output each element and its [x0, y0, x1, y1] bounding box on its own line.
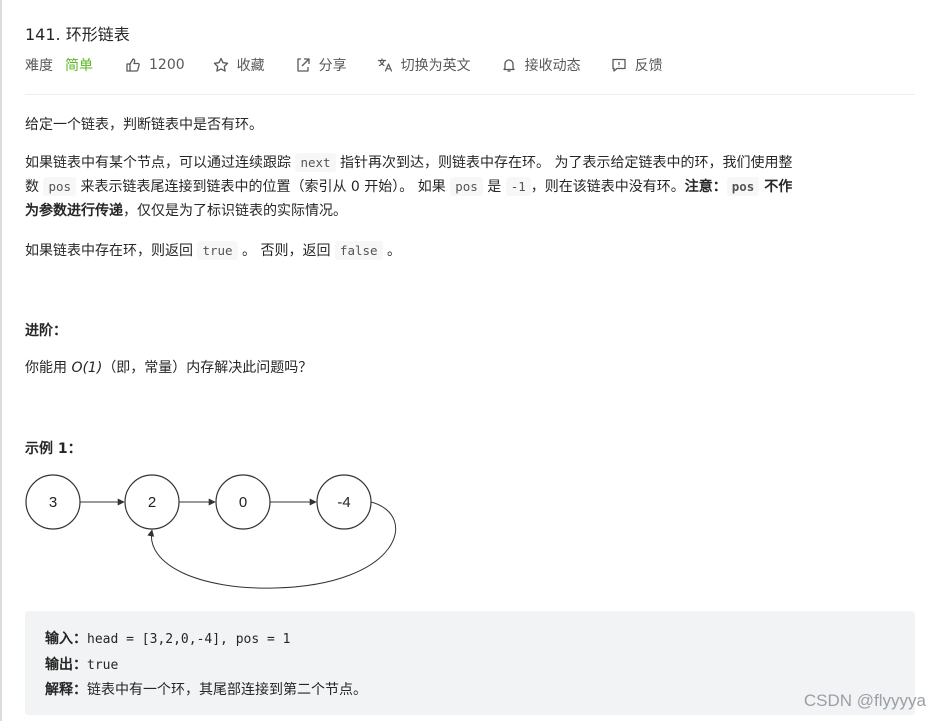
favorite-label: 收藏: [236, 58, 265, 74]
inline-code-pos: pos: [726, 177, 760, 196]
text-segment: 你能用: [25, 360, 72, 376]
note-label: 注意：: [684, 179, 727, 195]
example-explain-line: 解释：链表中有一个环，其尾部连接到第二个节点。: [45, 679, 367, 699]
text-segment: 如果链表中存在环，则返回: [25, 243, 198, 259]
inline-code-minus-one: -1: [505, 177, 531, 196]
advanced-paragraph: 你能用 O(1)（即，常量）内存解决此问题吗？: [25, 356, 913, 380]
text-segment: ，仅仅是为了标识链表的实际情况。: [123, 203, 347, 219]
node-0: 3: [25, 474, 81, 530]
node-value: 2: [148, 494, 156, 511]
feedback-icon: [611, 58, 626, 72]
input-label: 输入：: [45, 631, 87, 647]
advanced-title: 进阶：: [25, 323, 67, 339]
linked-list-diagram: 3 2 0 -4: [25, 474, 397, 589]
feedback-label: 反馈: [634, 58, 663, 74]
text-segment: 数: [25, 179, 44, 195]
difficulty-badge: 简单: [65, 58, 93, 74]
bold-text: 不作: [759, 179, 793, 195]
feedback-button[interactable]: 反馈: [611, 55, 663, 75]
difficulty-label: 难度: [25, 58, 53, 74]
share-icon: [296, 58, 310, 72]
explain-label: 解释：: [45, 682, 87, 698]
text-segment: （即，常量）内存解决此问题吗？: [102, 360, 313, 376]
inline-code-pos: pos: [43, 177, 77, 196]
text-segment: 。 否则，返回: [237, 243, 335, 259]
text-segment: 指针再次到达，则链表中存在环。 为了表示给定链表中的环，我们使用整: [335, 155, 793, 171]
explain-value: 链表中有一个环，其尾部连接到第二个节点。: [87, 682, 367, 698]
translate-icon: [377, 58, 392, 72]
output-label: 输出：: [45, 657, 87, 673]
share-button[interactable]: 分享: [295, 55, 347, 75]
description-paragraph-3: 如果链表中存在环，则返回 true 。 否则，返回 false 。: [25, 239, 913, 263]
example-input-line: 输入：head = [3,2,0,-4], pos = 1: [45, 628, 291, 648]
star-icon: [213, 57, 228, 72]
node-value: -4: [337, 494, 350, 511]
translate-label: 切换为英文: [400, 58, 471, 74]
node-value: 3: [49, 494, 57, 511]
inline-code-false: false: [334, 241, 383, 260]
header-divider: [25, 94, 915, 95]
csdn-watermark: CSDN @flyyyya: [803, 691, 926, 710]
node-value: 0: [239, 494, 247, 511]
problem-meta-bar: 难度 简单 1200 收藏 分享 切换为英文 接收动态 反馈: [25, 55, 693, 75]
bold-text: 为参数进行传递: [25, 203, 123, 219]
text-segment: 是: [482, 179, 506, 195]
favorite-button[interactable]: 收藏: [213, 55, 265, 75]
inline-code-pos: pos: [450, 177, 483, 196]
description-paragraph-1: 给定一个链表，判断链表中是否有环。: [25, 117, 263, 133]
thumbs-up-icon: [126, 58, 140, 72]
example-output-line: 输出：true: [45, 654, 118, 674]
like-count: 1200: [149, 57, 185, 73]
translate-button[interactable]: 切换为英文: [377, 55, 471, 75]
like-button[interactable]: 1200: [125, 57, 185, 73]
notify-button[interactable]: 接收动态: [501, 55, 581, 75]
text-segment: 。: [382, 243, 402, 259]
text-segment: ，则在该链表中没有环。: [530, 179, 685, 195]
notify-label: 接收动态: [524, 58, 581, 74]
example-title: 示例 1：: [25, 441, 82, 457]
complexity-text: O(1): [71, 360, 103, 376]
window-left-border: [0, 0, 2, 721]
share-label: 分享: [318, 58, 347, 74]
node-3: -4: [316, 474, 372, 530]
input-value: head = [3,2,0,-4], pos = 1: [87, 632, 291, 647]
problem-title: 141. 环形链表: [25, 25, 130, 44]
text-segment: 来表示链表尾连接到链表中的位置（索引从 0 开始）。 如果: [76, 179, 451, 195]
node-2: 0: [215, 474, 271, 530]
inline-code-true: true: [197, 241, 238, 260]
text-segment: 如果链表中有某个节点，可以通过连续跟踪: [25, 155, 296, 171]
example-io-box: 输入：head = [3,2,0,-4], pos = 1 输出：true 解释…: [25, 611, 915, 715]
description-paragraph-2: 如果链表中有某个节点，可以通过连续跟踪 next 指针再次到达，则链表中存在环。…: [25, 151, 913, 223]
output-value: true: [87, 658, 119, 673]
bell-icon: [502, 59, 515, 72]
inline-code-next: next: [295, 153, 336, 172]
node-1: 2: [124, 474, 180, 530]
